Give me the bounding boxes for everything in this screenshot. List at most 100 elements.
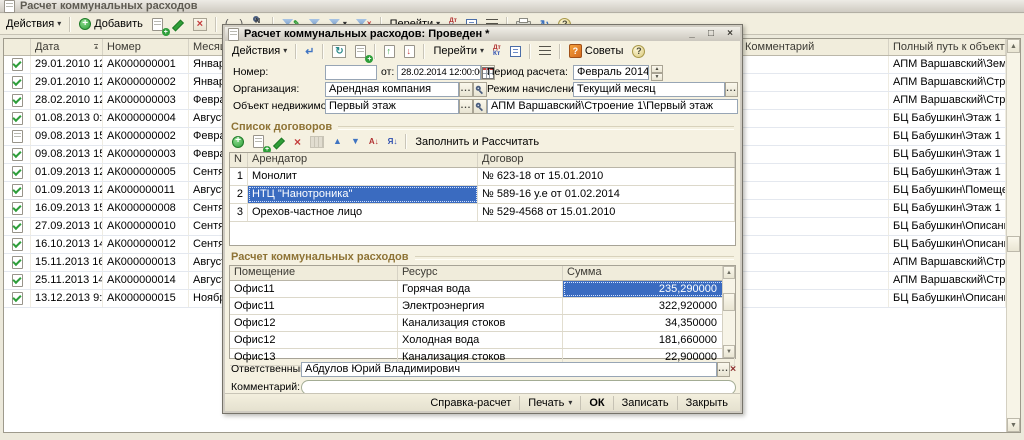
column-header-date[interactable]: Дата ▴	[31, 39, 103, 55]
cell-resource[interactable]: Холодная вода	[398, 332, 563, 348]
cell-n[interactable]: 3	[230, 204, 248, 221]
scroll-down-button[interactable]: ▼	[1007, 418, 1020, 432]
cell-amount[interactable]: 34,350000	[563, 315, 735, 331]
contract-row[interactable]: 3Орехов-частное лицо№ 529-4568 от 15.01.…	[230, 204, 735, 222]
edit-row-button[interactable]	[270, 133, 288, 151]
scroll-down-button[interactable]: ▼	[723, 345, 735, 358]
cell-number[interactable]: АК000000011	[103, 182, 189, 199]
column-header-comment[interactable]: Комментарий	[741, 39, 889, 55]
cell-comment[interactable]	[741, 236, 889, 253]
structure-button[interactable]	[536, 42, 554, 60]
minimize-button[interactable]: _	[685, 28, 699, 40]
actions-menu-button[interactable]: Действия ▾	[3, 15, 64, 33]
cell-number[interactable]: АК000000005	[103, 164, 189, 181]
advice-button[interactable]: Советы	[566, 42, 626, 60]
copy-button[interactable]	[352, 42, 369, 60]
go-menu-button[interactable]: Перейти ▾	[430, 42, 487, 60]
object-select-button[interactable]: ...	[459, 99, 473, 114]
end-edit-button[interactable]	[307, 133, 327, 151]
object-find-button[interactable]	[473, 99, 487, 114]
add-button[interactable]: Добавить	[76, 15, 146, 33]
cell-path[interactable]: АПМ Варшавский\Земель...	[889, 56, 1006, 73]
cell-path[interactable]: БЦ Бабушкин\Этаж 1	[889, 110, 1006, 127]
cell-comment[interactable]	[741, 272, 889, 289]
copy-row-button[interactable]	[250, 133, 267, 151]
cell-resource[interactable]: Горячая вода	[398, 281, 563, 297]
cell-number[interactable]: АК000000002	[103, 74, 189, 91]
cell-comment[interactable]	[741, 254, 889, 271]
cell-contract[interactable]: № 529-4568 от 15.01.2010	[478, 204, 735, 221]
cell-path[interactable]: БЦ Бабушкин\Помещения...	[889, 182, 1006, 199]
cell-date[interactable]: 16.10.2013 14:42:34	[31, 236, 103, 253]
mode-input[interactable]: Текущий месяц	[573, 82, 725, 97]
add-row-button[interactable]	[229, 133, 247, 151]
sort-asc-button[interactable]: А↓	[366, 133, 382, 151]
save-button[interactable]: Записать	[613, 396, 677, 410]
cell-path[interactable]: БЦ Бабушкин\Этаж 1	[889, 146, 1006, 163]
cell-comment[interactable]	[741, 128, 889, 145]
cell-comment[interactable]	[741, 164, 889, 181]
fill-calculate-button[interactable]: Заполнить и Рассчитать	[412, 133, 542, 151]
column-header-icon[interactable]	[4, 39, 31, 55]
cell-date[interactable]: 29.01.2010 12:00:00	[31, 56, 103, 73]
period-input[interactable]: Февраль 2014	[573, 65, 649, 80]
cell-comment[interactable]	[741, 290, 889, 307]
cell-tenant[interactable]: Орехов-частное лицо	[248, 204, 478, 221]
sort-desc-button[interactable]: Я↓	[385, 133, 401, 151]
calc-vertical-scrollbar[interactable]: ▲ ▼	[722, 266, 735, 358]
move-up-button[interactable]: ▲	[330, 133, 345, 151]
cell-date[interactable]: 13.12.2013 9:59:02	[31, 290, 103, 307]
calc-row[interactable]: Офис12Канализация стоков34,350000	[230, 315, 735, 332]
calc-row[interactable]: Офис11Горячая вода235,290000	[230, 281, 735, 298]
calc-row[interactable]: Офис12Холодная вода181,660000	[230, 332, 735, 349]
reread-button[interactable]	[329, 42, 349, 60]
cell-comment[interactable]	[741, 146, 889, 163]
column-header-room[interactable]: Помещение	[230, 266, 398, 280]
list-vertical-scrollbar[interactable]: ▲ ▼	[1006, 39, 1020, 432]
contract-row[interactable]: 1Монолит№ 623-18 от 15.01.2010	[230, 168, 735, 186]
responsible-select-button[interactable]: ...	[717, 362, 730, 377]
move-down-button[interactable]: ▼	[348, 133, 363, 151]
responsible-clear-button[interactable]: ×	[730, 362, 736, 377]
cell-path[interactable]: АПМ Варшавский\Строен...	[889, 254, 1006, 271]
cell-number[interactable]: АК000000008	[103, 200, 189, 217]
cell-number[interactable]: АК000000004	[103, 110, 189, 127]
cell-number[interactable]: АК000000003	[103, 92, 189, 109]
cell-path[interactable]: БЦ Бабушкин\Описание р...	[889, 236, 1006, 253]
calc-row[interactable]: Офис11Электроэнергия322,920000	[230, 298, 735, 315]
cell-comment[interactable]	[741, 110, 889, 127]
cell-number[interactable]: АК000000014	[103, 272, 189, 289]
cell-number[interactable]: АК000000012	[103, 236, 189, 253]
post-close-button[interactable]: ↵	[302, 42, 317, 60]
cell-path[interactable]: БЦ Бабушкин\Этаж 1	[889, 164, 1006, 181]
cell-n[interactable]: 1	[230, 168, 248, 185]
cell-date[interactable]: 09.08.2013 15:46:51	[31, 146, 103, 163]
column-header-path[interactable]: Полный путь к объекту	[889, 39, 1006, 55]
cell-path[interactable]: БЦ Бабушкин\Описание р...	[889, 218, 1006, 235]
close-button[interactable]: ×	[723, 28, 737, 40]
scroll-thumb[interactable]	[1007, 236, 1020, 252]
cell-path[interactable]: АПМ Варшавский\Строен...	[889, 272, 1006, 289]
help-calc-button[interactable]: Справка-расчет	[422, 396, 519, 410]
cell-date[interactable]: 16.09.2013 15:05:23	[31, 200, 103, 217]
scroll-thumb[interactable]	[723, 293, 735, 311]
cell-tenant[interactable]: НТЦ "Нанотроника"	[248, 186, 478, 203]
cell-number[interactable]: АК000000002	[103, 128, 189, 145]
cell-date[interactable]: 01.09.2013 12:00:01	[31, 182, 103, 199]
cell-date[interactable]: 29.01.2010 12:00:01	[31, 74, 103, 91]
cell-tenant[interactable]: Монолит	[248, 168, 478, 185]
cell-date[interactable]: 01.08.2013 0:00:00	[31, 110, 103, 127]
spin-up-icon[interactable]: ▲	[651, 65, 663, 73]
cell-date[interactable]: 25.11.2013 14:22:06	[31, 272, 103, 289]
column-header-tenant[interactable]: Арендатор	[248, 153, 478, 167]
cell-number[interactable]: АК000000013	[103, 254, 189, 271]
cell-number[interactable]: АК000000010	[103, 218, 189, 235]
cell-amount[interactable]: 181,660000	[563, 332, 735, 348]
contract-row[interactable]: 2НТЦ "Нанотроника"№ 589-16 у.е от 01.02.…	[230, 186, 735, 204]
mode-select-button[interactable]: ...	[725, 82, 738, 97]
cell-date[interactable]: 27.09.2013 10:53:11	[31, 218, 103, 235]
column-header-number[interactable]: Номер	[103, 39, 189, 55]
ok-button[interactable]: ОК	[580, 396, 612, 410]
column-header-amount[interactable]: Сумма	[563, 266, 735, 280]
scroll-up-button[interactable]: ▲	[1007, 39, 1020, 53]
